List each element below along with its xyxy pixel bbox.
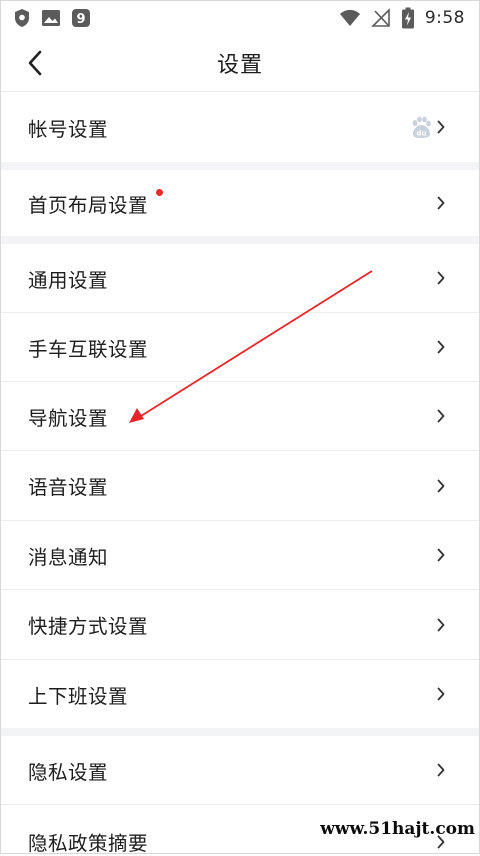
svg-text:du: du: [417, 130, 427, 138]
settings-item-voice[interactable]: 语音设置: [1, 451, 479, 520]
settings-item-label: 通用设置: [28, 268, 109, 292]
image-icon: [42, 10, 60, 26]
new-badge-dot: [156, 189, 163, 196]
settings-item-home-layout[interactable]: 首页布局设置: [1, 170, 479, 236]
app-9-icon: 9: [72, 9, 90, 27]
settings-item-label: 手车互联设置: [28, 337, 149, 361]
chevron-right-icon: [435, 407, 447, 425]
settings-item-label: 语音设置: [28, 476, 109, 499]
status-time: 9:58: [424, 8, 465, 28]
no-signal-icon: [370, 8, 390, 27]
shield-icon: [15, 9, 29, 27]
chevron-right-icon: [435, 477, 447, 495]
settings-item-car-link[interactable]: 手车互联设置: [1, 313, 479, 381]
section-gap: [1, 236, 479, 244]
settings-item-commute[interactable]: 上下班设置: [1, 660, 479, 728]
svg-text:9: 9: [76, 12, 85, 27]
chevron-right-icon: [435, 269, 447, 287]
settings-item-notifications[interactable]: 消息通知: [1, 521, 479, 589]
chevron-right-icon: [435, 685, 447, 703]
chevron-right-icon: [435, 546, 447, 564]
settings-item-label: 隐私设置: [28, 760, 109, 784]
settings-item-shortcuts[interactable]: 快捷方式设置: [1, 590, 479, 659]
chevron-right-icon: [435, 338, 447, 356]
baidu-paw-icon: du: [412, 116, 431, 138]
status-bar: 9 9:58: [1, 1, 479, 35]
chevron-right-icon: [435, 616, 447, 634]
back-button[interactable]: [19, 47, 51, 79]
section-gap: [1, 162, 479, 170]
chevron-right-icon: [435, 194, 447, 212]
settings-item-privacy[interactable]: 隐私设置: [1, 736, 479, 804]
settings-item-navigation[interactable]: 导航设置: [1, 382, 479, 450]
settings-item-general[interactable]: 通用设置: [1, 244, 479, 312]
battery-charging-icon: [401, 7, 414, 29]
chevron-right-icon: [435, 118, 447, 136]
section-gap: [1, 728, 479, 736]
settings-item-label: 快捷方式设置: [28, 615, 149, 638]
settings-item-label: 消息通知: [28, 545, 109, 569]
page-title: 设置: [216, 53, 263, 78]
chevron-right-icon: [435, 761, 447, 779]
chevron-left-icon: [28, 50, 42, 76]
wifi-icon: [339, 9, 360, 26]
status-left-icons: 9: [13, 8, 91, 28]
status-right-icons: 9:58: [339, 7, 465, 29]
nav-bar: 设置: [1, 35, 479, 91]
settings-item-label: 隐私政策摘要: [28, 832, 149, 855]
settings-item-label: 首页布局设置: [28, 193, 149, 217]
settings-item-label: 帐号设置: [28, 117, 109, 141]
watermark: www.51hajt.com: [320, 819, 475, 839]
settings-item-label: 导航设置: [28, 406, 109, 430]
settings-item-account[interactable]: 帐号设置 du: [1, 92, 479, 162]
settings-item-label: 上下班设置: [28, 684, 129, 708]
